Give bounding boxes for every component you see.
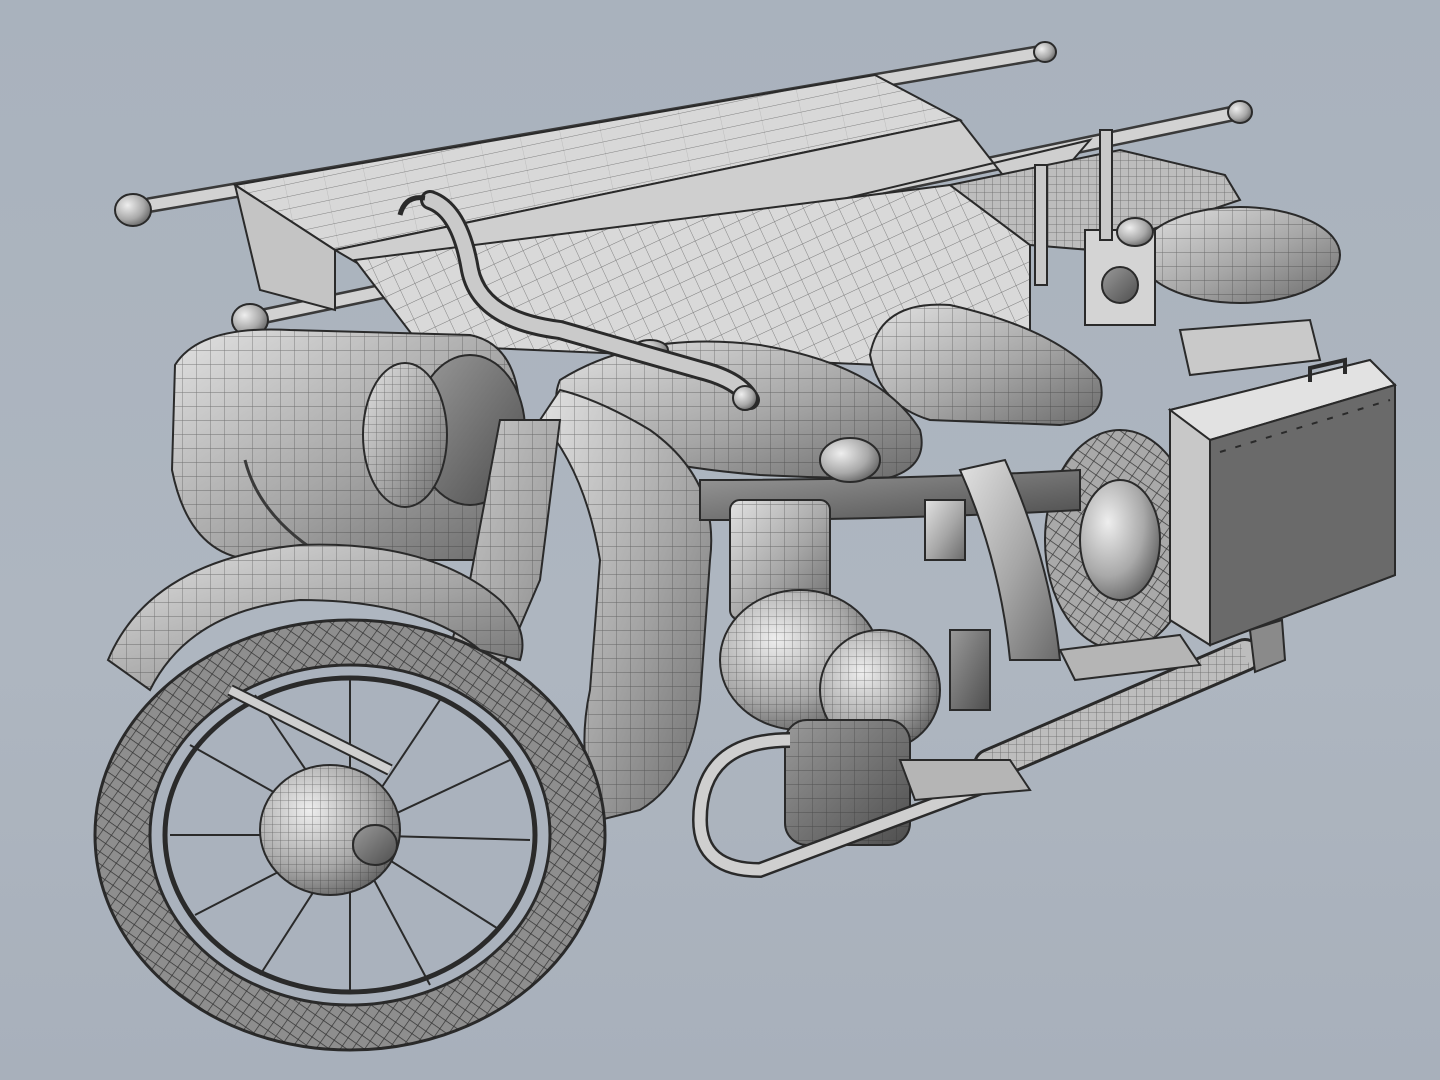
stretcher [114, 41, 1253, 367]
knee-pad [819, 437, 881, 483]
rear-seat [1084, 206, 1341, 326]
front-wheel [93, 618, 607, 1052]
render-viewport [0, 0, 1440, 1080]
rider-seat [868, 303, 1103, 427]
wireframe-render [93, 41, 1397, 1052]
pannier-toolbox [1167, 357, 1397, 647]
